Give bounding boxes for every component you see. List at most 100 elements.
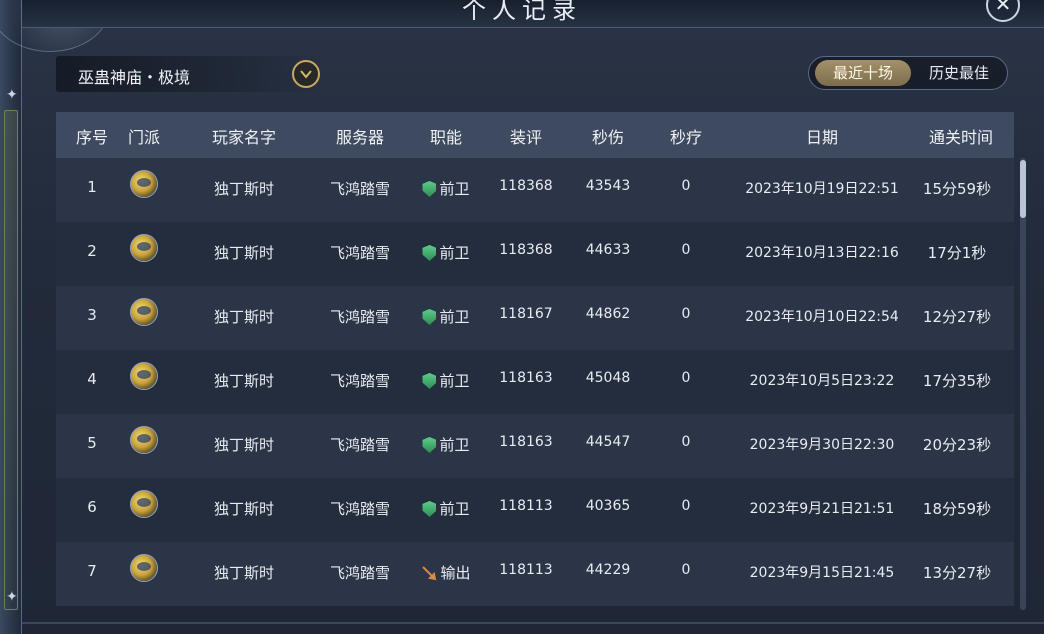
cell-index: 4 xyxy=(87,370,97,388)
bottom-divider xyxy=(22,622,1044,624)
sparkle-icon: ✦ xyxy=(6,589,18,605)
header-sect: 门派 xyxy=(127,128,160,147)
cell-dps: 43543 xyxy=(585,178,631,194)
cell-time: 20分23秒 xyxy=(922,436,992,454)
shield-icon xyxy=(422,181,437,197)
cell-dps: 44862 xyxy=(585,306,631,322)
cell-time: 15分59秒 xyxy=(922,180,992,198)
shield-icon xyxy=(422,437,437,453)
cell-player: 独丁斯时 xyxy=(213,180,274,198)
tab-best[interactable]: 历史最佳 xyxy=(913,60,1005,86)
role-label: 前卫 xyxy=(439,436,470,454)
scrollbar-track[interactable] xyxy=(1020,158,1026,610)
sparkle-icon: ✦ xyxy=(6,87,18,103)
cell-role: 前卫 xyxy=(414,306,478,327)
dropdown-button[interactable] xyxy=(292,60,320,88)
table-row: 5 独丁斯时 飞鸿踏雪 118163 44547 0 2023年9月30日22:30 20分2… xyxy=(56,414,1014,478)
cell-hps: 0 xyxy=(681,562,691,578)
cell-hps: 0 xyxy=(681,498,691,514)
tab-recent[interactable]: 最近十场 xyxy=(815,60,911,86)
role-label: 前卫 xyxy=(439,372,470,390)
cell-score: 118368 xyxy=(499,242,553,258)
cell-dps: 44633 xyxy=(585,242,631,258)
cell-score: 118113 xyxy=(499,562,553,578)
cell-index: 5 xyxy=(87,434,97,452)
cell-player: 独丁斯时 xyxy=(213,308,274,326)
table-row: 1 独丁斯时 飞鸿踏雪 118368 43543 0 2023年10月19日22:51 15分… xyxy=(56,158,1014,222)
cell-hps: 0 xyxy=(681,434,691,450)
cell-server: 飞鸿踏雪 xyxy=(329,244,390,262)
cell-index: 7 xyxy=(87,562,97,580)
cell-role: 前卫 xyxy=(414,434,478,455)
cell-server: 飞鸿踏雪 xyxy=(329,308,390,326)
header-date: 日期 xyxy=(805,128,838,147)
table-row: 7 独丁斯时 飞鸿踏雪 118113 44229 0 2023年9月15日21:45 13分2… xyxy=(56,542,1014,606)
cell-date: 2023年10月10日22:54 xyxy=(745,309,899,325)
cell-date: 2023年9月30日22:30 xyxy=(749,437,895,453)
dungeon-name: 巫蛊神庙・极境 xyxy=(78,68,191,87)
cell-score: 118163 xyxy=(499,434,553,450)
cell-dps: 44547 xyxy=(585,434,631,450)
record-tabs: 最近十场 历史最佳 xyxy=(808,56,1008,90)
cell-player: 独丁斯时 xyxy=(213,500,274,518)
header-hps: 秒疗 xyxy=(669,128,702,147)
table-header: 序号 门派 玩家名字 服务器 职能 装评 秒伤 秒疗 日期 通关时间 xyxy=(56,112,1014,158)
cell-index: 1 xyxy=(87,178,97,196)
cell-index: 6 xyxy=(87,498,97,516)
cell-time: 17分35秒 xyxy=(922,372,992,390)
chevron-down-icon xyxy=(300,70,312,79)
cell-time: 18分59秒 xyxy=(922,500,992,518)
cell-player: 独丁斯时 xyxy=(213,564,274,582)
table-row: 2 独丁斯时 飞鸿踏雪 118368 44633 0 2023年10月13日22:16 17分… xyxy=(56,222,1014,286)
role-label: 前卫 xyxy=(439,180,470,198)
header-index: 序号 xyxy=(75,128,108,147)
cell-score: 118368 xyxy=(499,178,553,194)
cell-server: 飞鸿踏雪 xyxy=(329,500,390,518)
cell-score: 118113 xyxy=(499,498,553,514)
cell-role: 前卫 xyxy=(414,178,478,199)
cell-time: 13分27秒 xyxy=(922,564,992,582)
cell-server: 飞鸿踏雪 xyxy=(329,564,390,582)
cell-server: 飞鸿踏雪 xyxy=(329,180,390,198)
dungeon-selector[interactable]: 巫蛊神庙・极境 xyxy=(56,56,326,92)
role-label: 输出 xyxy=(440,564,471,582)
record-window: ✦ ✦ 个人记录 ✕ 巫蛊神庙・极境 最近十场 历史最佳 序号 门派 玩家名字 … xyxy=(0,0,1044,634)
cell-server: 飞鸿踏雪 xyxy=(329,436,390,454)
rail-ornament xyxy=(4,110,18,610)
cell-dps: 40365 xyxy=(585,498,631,514)
sect-emblem-icon xyxy=(130,426,158,454)
scrollbar-thumb[interactable] xyxy=(1020,160,1026,218)
sect-emblem-icon xyxy=(130,362,158,390)
window-title: 个人记录 xyxy=(462,0,582,24)
sect-emblem-icon xyxy=(130,490,158,518)
cell-hps: 0 xyxy=(681,306,691,322)
sword-icon xyxy=(421,565,437,581)
cell-role: 前卫 xyxy=(414,242,478,263)
table-row: 4 独丁斯时 飞鸿踏雪 118163 45048 0 2023年10月5日23:22 17分3… xyxy=(56,350,1014,414)
cell-dps: 45048 xyxy=(585,370,631,386)
sect-emblem-icon xyxy=(130,234,158,262)
cell-hps: 0 xyxy=(681,370,691,386)
cell-hps: 0 xyxy=(681,242,691,258)
cell-hps: 0 xyxy=(681,178,691,194)
cell-player: 独丁斯时 xyxy=(213,436,274,454)
role-label: 前卫 xyxy=(439,308,470,326)
cell-time: 17分1秒 xyxy=(927,244,987,262)
cell-score: 118167 xyxy=(499,306,553,322)
cell-role: 输出 xyxy=(414,562,478,583)
table-row: 3 独丁斯时 飞鸿踏雪 118167 44862 0 2023年10月10日22:54 12分… xyxy=(56,286,1014,350)
close-icon: ✕ xyxy=(994,0,1012,16)
cell-date: 2023年10月5日23:22 xyxy=(749,373,895,389)
sect-emblem-icon xyxy=(130,298,158,326)
cell-player: 独丁斯时 xyxy=(213,372,274,390)
cell-date: 2023年9月21日21:51 xyxy=(749,501,895,517)
cell-time: 12分27秒 xyxy=(922,308,992,326)
header-player: 玩家名字 xyxy=(211,128,276,147)
sect-emblem-icon xyxy=(130,170,158,198)
cell-player: 独丁斯时 xyxy=(213,244,274,262)
cell-date: 2023年10月19日22:51 xyxy=(745,181,899,197)
cell-role: 前卫 xyxy=(414,370,478,391)
cell-dps: 44229 xyxy=(585,562,631,578)
cell-date: 2023年10月13日22:16 xyxy=(745,245,899,261)
shield-icon xyxy=(422,373,437,389)
